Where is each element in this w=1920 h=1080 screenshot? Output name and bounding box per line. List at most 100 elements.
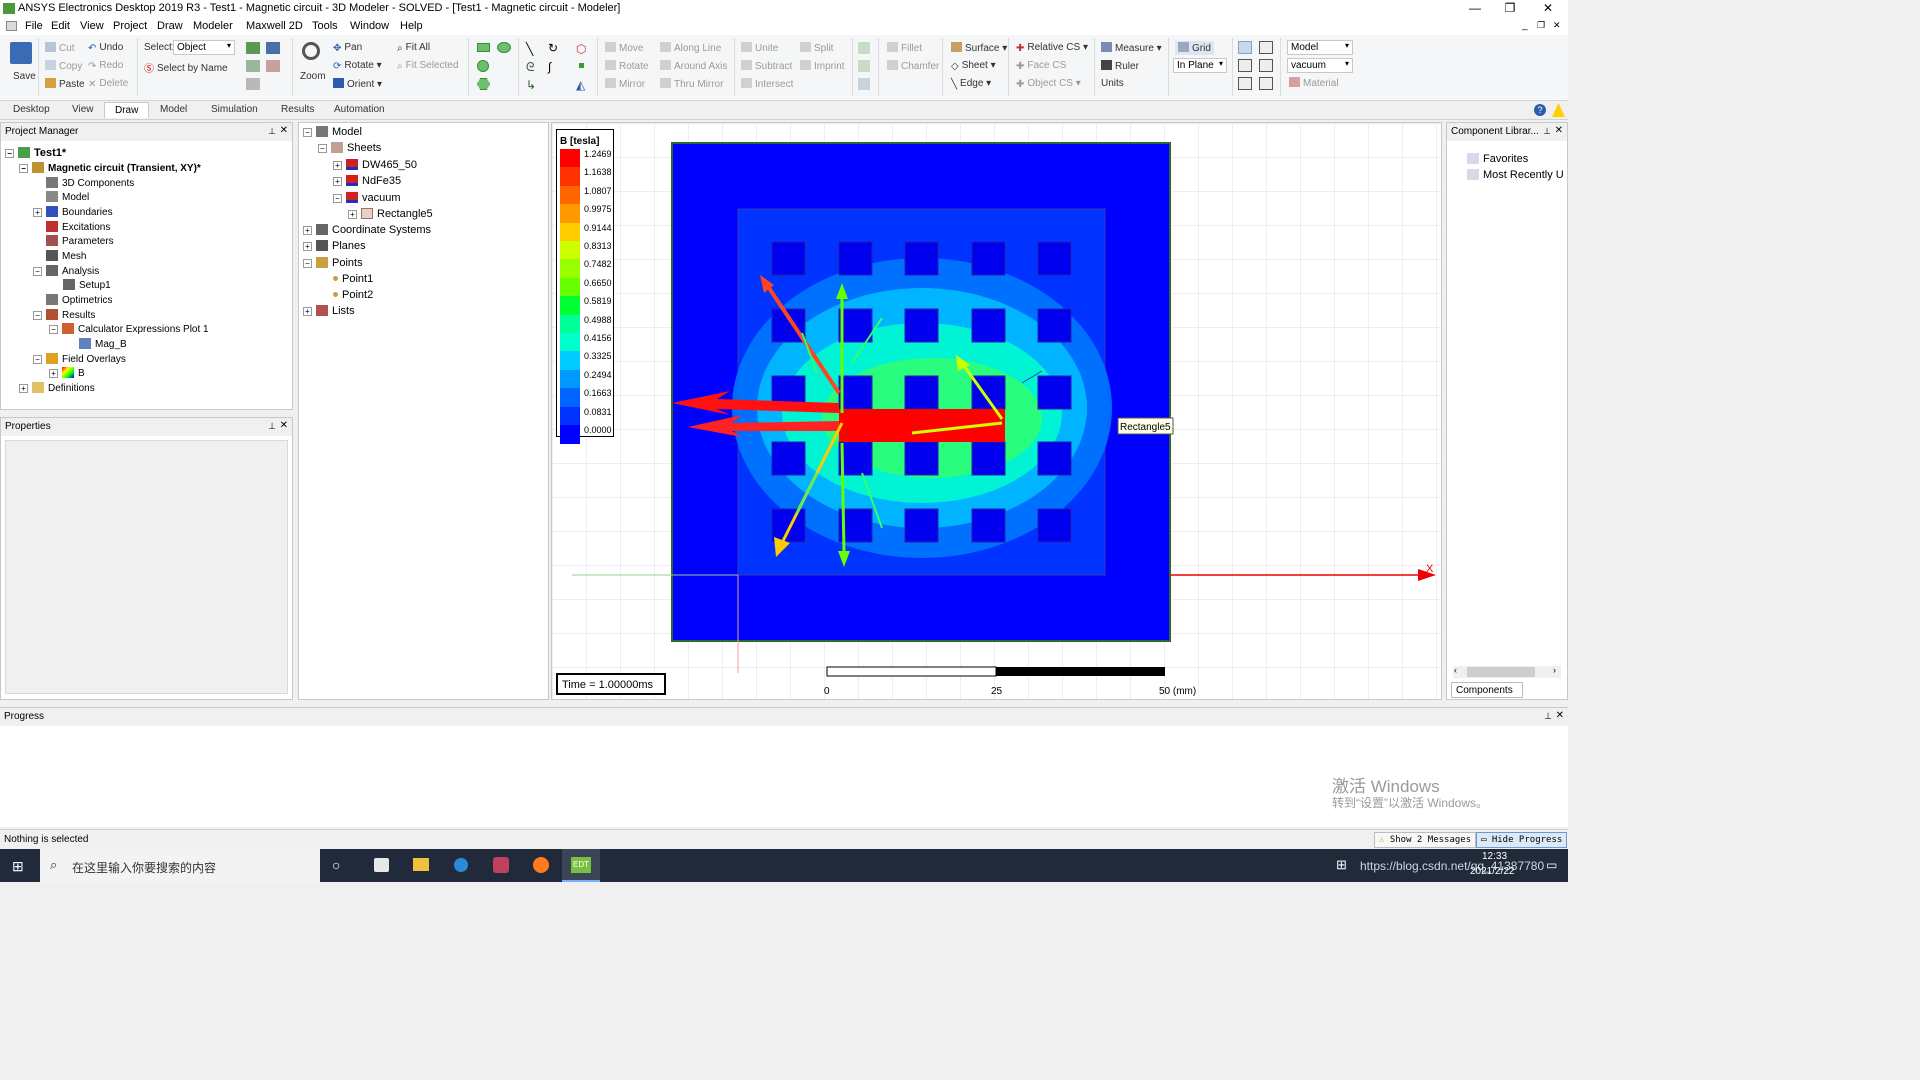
pin-icon[interactable]: ⊥ <box>1543 126 1551 137</box>
warning-icon[interactable] <box>1552 103 1565 117</box>
show-messages-button[interactable]: ⚠ Show 2 Messages <box>1374 832 1477 848</box>
mdi-minimize-button[interactable]: _ <box>1522 20 1528 31</box>
tab-draw[interactable]: Draw <box>104 102 150 118</box>
lib-most-recent[interactable]: Most Recently U <box>1467 169 1564 181</box>
magnifier-icon[interactable] <box>302 42 320 60</box>
close-icon[interactable]: ✕ <box>1556 710 1564 721</box>
view-tool-icon[interactable] <box>1259 77 1273 90</box>
mt-point1[interactable]: Point1 <box>333 273 373 285</box>
material-combo[interactable]: vacuum ▾ <box>1287 58 1353 73</box>
menu-view[interactable]: View <box>80 20 104 32</box>
surface-op-icon[interactable] <box>858 60 870 72</box>
help-icon[interactable]: ? <box>1534 104 1546 116</box>
redo-button[interactable]: ↷ Redo <box>88 60 123 72</box>
scroll-thumb[interactable] <box>1467 667 1535 677</box>
surface-button[interactable]: Surface ▾ <box>951 42 1007 54</box>
intersect-button[interactable]: Intersect <box>741 78 793 90</box>
hide-progress-button[interactable]: ▭ Hide Progress <box>1476 832 1568 848</box>
edge-app-icon[interactable] <box>442 849 480 882</box>
circle-draw-icon[interactable] <box>477 60 489 72</box>
view-tool-icon[interactable] <box>1259 41 1273 54</box>
box-3d-icon[interactable]: ⬡ <box>576 42 586 56</box>
menu-help[interactable]: Help <box>400 20 423 32</box>
tree-excitations[interactable]: Excitations <box>46 221 110 233</box>
view-tool-icon[interactable] <box>1238 77 1252 90</box>
menu-project[interactable]: Project <box>113 20 147 32</box>
tree-calculator-plot[interactable]: − Calculator Expressions Plot 1 <box>49 323 209 335</box>
orient-button[interactable]: Orient ▾ <box>333 78 382 90</box>
aedt-app-icon[interactable]: EDT <box>562 849 600 882</box>
app-icon[interactable] <box>482 849 520 882</box>
fit-all-button[interactable]: ⌕ Fit All <box>397 42 430 54</box>
scroll-right-icon[interactable]: › <box>1553 665 1556 675</box>
pin-icon[interactable]: ⊥ <box>1544 711 1552 722</box>
equation-curve-icon[interactable]: ∫ <box>548 60 551 74</box>
tab-components[interactable]: Components <box>1451 682 1523 698</box>
clock-time[interactable]: 12:33 <box>1482 851 1507 862</box>
windows-start-icon[interactable]: ⊞ <box>12 858 24 875</box>
tree-definitions[interactable]: + Definitions <box>19 382 95 394</box>
mirror-button[interactable]: Mirror <box>605 78 645 90</box>
save-button[interactable]: Save <box>13 71 36 82</box>
rectangle-draw-icon[interactable] <box>477 43 490 52</box>
units-button[interactable]: Units <box>1101 78 1124 89</box>
material-button[interactable]: Material <box>1289 77 1339 89</box>
mt-sheets[interactable]: − Sheets <box>318 142 381 154</box>
menu-maxwell2d[interactable]: Maxwell 2D <box>246 20 303 32</box>
mt-rectangle5[interactable]: + Rectangle5 <box>348 208 433 220</box>
chamfer-button[interactable]: Chamfer <box>887 60 939 72</box>
relative-cs-button[interactable]: ✚ Relative CS ▾ <box>1016 42 1088 54</box>
tree-project[interactable]: − Test1* <box>5 147 66 159</box>
tab-desktop[interactable]: Desktop <box>13 104 50 115</box>
object-cs-button[interactable]: ✚ Object CS ▾ <box>1016 78 1081 90</box>
select-tool-icon[interactable] <box>266 42 280 54</box>
field-legend[interactable]: B [tesla] 1.2469 1.1638 1.0807 0.9975 0.9144… <box>556 129 614 444</box>
mt-planes[interactable]: + Planes <box>303 240 366 252</box>
plane-draw-icon[interactable]: ◭ <box>576 78 585 92</box>
3d-viewport[interactable]: Rectangle5 X 0 25 50 (mm) <box>551 122 1442 700</box>
horizontal-scrollbar[interactable]: ‹ › <box>1453 665 1561 678</box>
view-tool-icon[interactable] <box>1238 41 1252 54</box>
polygon-draw-icon[interactable] <box>477 78 490 90</box>
firefox-app-icon[interactable] <box>522 849 560 882</box>
tree-mesh[interactable]: Mesh <box>46 250 86 262</box>
mt-lists[interactable]: + Lists <box>303 305 355 317</box>
mt-coordinate-systems[interactable]: + Coordinate Systems <box>303 224 431 236</box>
split-button[interactable]: Split <box>800 42 833 54</box>
explorer-app-icon[interactable] <box>402 849 440 882</box>
mt-points[interactable]: − Points <box>303 257 363 269</box>
pin-icon[interactable]: ⊥ <box>268 421 276 432</box>
view-tool-icon[interactable] <box>1259 59 1273 72</box>
menu-edit[interactable]: Edit <box>51 20 70 32</box>
mt-model[interactable]: − Model <box>303 126 362 138</box>
spline-draw-icon[interactable]: ᘓ <box>526 60 534 75</box>
sheet-button[interactable]: ◇ Sheet ▾ <box>951 60 996 72</box>
tab-view[interactable]: View <box>72 104 94 115</box>
tree-design[interactable]: − Magnetic circuit (Transient, XY)* <box>19 162 201 174</box>
notification-icon[interactable]: ▭ <box>1546 858 1557 872</box>
copy-button[interactable]: Copy <box>45 60 82 72</box>
tab-results[interactable]: Results <box>281 104 314 115</box>
cut-button[interactable]: Cut <box>45 42 75 54</box>
move-button[interactable]: Move <box>605 42 643 54</box>
along-line-button[interactable]: Along Line <box>660 42 721 54</box>
mdi-restore-button[interactable]: ❐ <box>1537 20 1545 31</box>
taskbar-search-box[interactable]: ⌕ 在这里输入你要搜索的内容 <box>40 849 320 882</box>
face-cs-button[interactable]: ✚ Face CS <box>1016 60 1066 72</box>
menu-window[interactable]: Window <box>350 20 389 32</box>
field-plot-canvas[interactable]: Rectangle5 X 0 25 50 (mm) <box>552 123 1442 700</box>
save-icon[interactable] <box>10 42 32 64</box>
tree-boundaries[interactable]: + Boundaries <box>33 206 113 218</box>
around-axis-button[interactable]: Around Axis <box>660 60 727 72</box>
surface-op-icon[interactable] <box>858 78 870 90</box>
close-button[interactable]: ✕ <box>1528 1 1568 15</box>
rotate-view-button[interactable]: ⟳ Rotate ▾ <box>333 60 382 72</box>
tree-optimetrics[interactable]: Optimetrics <box>46 294 113 306</box>
tree-model[interactable]: Model <box>46 191 89 203</box>
paste-button[interactable]: Paste <box>45 78 85 90</box>
fillet-button[interactable]: Fillet <box>887 42 922 54</box>
tree-setup1[interactable]: Setup1 <box>63 279 111 291</box>
tree-mag-b[interactable]: Mag_B <box>79 338 127 350</box>
tree-parameters[interactable]: Parameters <box>46 235 114 247</box>
zoom-button[interactable]: Zoom <box>300 71 326 82</box>
